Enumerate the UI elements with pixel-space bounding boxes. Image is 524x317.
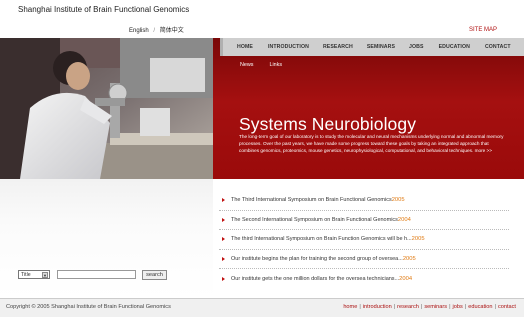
news-title[interactable]: The Second International Symposium on Br…	[231, 217, 398, 223]
hero-lab-photo	[0, 38, 213, 179]
search-input[interactable]	[57, 270, 136, 279]
search-button[interactable]: search	[142, 270, 167, 280]
arrow-bullet-icon	[222, 256, 225, 261]
sub-navigation: News Links	[230, 62, 282, 68]
arrow-bullet-icon	[222, 237, 225, 242]
nav-education[interactable]: EDUCATION	[439, 44, 470, 50]
news-item[interactable]: Our institute gets the one million dolla…	[219, 269, 509, 289]
footer-separator: |	[393, 304, 396, 310]
news-year: 2005	[391, 197, 405, 204]
hero-red-panel	[213, 38, 524, 179]
search-select-value: Title	[21, 271, 31, 278]
news-item[interactable]: Our institute begins the plan for traini…	[219, 250, 509, 269]
site-footer: Copyright © 2005 Shanghai Institute of B…	[0, 298, 524, 317]
nav-home[interactable]: HOME	[237, 44, 253, 50]
footer-link-research[interactable]: research	[397, 304, 419, 310]
chevron-down-icon: ▼	[42, 272, 48, 278]
lang-english-link[interactable]: English	[129, 28, 149, 34]
subnav-news[interactable]: News	[240, 62, 253, 68]
nav-contact[interactable]: CONTACT	[485, 44, 511, 50]
lab-scientist-image	[0, 38, 213, 179]
news-title[interactable]: The third International Symposium on Bra…	[231, 236, 412, 242]
subnav-links[interactable]: Links	[269, 62, 282, 68]
footer-separator: |	[494, 304, 496, 310]
nav-research[interactable]: RESEARCH	[323, 44, 353, 50]
footer-link-seminars[interactable]: seminars	[424, 304, 447, 310]
footer-link-contact[interactable]: contact	[498, 304, 516, 310]
news-item[interactable]: The Second International Symposium on Br…	[219, 211, 509, 230]
news-year: 2004	[399, 275, 413, 282]
news-title[interactable]: The Third International Symposium on Bra…	[231, 197, 392, 203]
nav-jobs[interactable]: JOBS	[409, 44, 424, 50]
language-switcher: English / 简体中文	[129, 25, 184, 34]
footer-separator: |	[359, 304, 361, 310]
news-title[interactable]: Our institute begins the plan for traini…	[231, 256, 403, 262]
top-navigation: HOME INTRODUCTION RESEARCH SEMINARS JOBS…	[220, 38, 524, 56]
site-title: Shanghai Institute of Brain Functional G…	[18, 5, 190, 14]
site-header: Shanghai Institute of Brain Functional G…	[0, 0, 524, 38]
news-year: 2005	[411, 236, 425, 243]
left-lower-panel	[0, 179, 213, 298]
news-item[interactable]: The third International Symposium on Bra…	[219, 230, 509, 250]
news-title[interactable]: Our institute gets the one million dolla…	[231, 276, 399, 282]
lang-separator: /	[153, 28, 156, 34]
arrow-bullet-icon	[222, 276, 225, 281]
news-year: 2005	[402, 255, 416, 262]
footer-link-education[interactable]: education	[468, 304, 492, 310]
sitemap-link[interactable]: SITE MAP	[469, 27, 497, 33]
nav-introduction[interactable]: INTRODUCTION	[268, 44, 309, 50]
lang-chinese-link[interactable]: 简体中文	[160, 28, 184, 34]
footer-link-jobs[interactable]: jobs	[453, 304, 463, 310]
news-list: The Third International Symposium on Bra…	[219, 191, 509, 289]
hero-intro-text: The long-term goal of our laboratory is …	[239, 134, 504, 154]
footer-separator: |	[464, 304, 467, 310]
copyright-text: Copyright © 2005 Shanghai Institute of B…	[6, 304, 171, 310]
news-item[interactable]: The Third International Symposium on Bra…	[219, 191, 509, 211]
hero-intro: The long-term goal of our laboratory is …	[239, 133, 507, 155]
arrow-bullet-icon	[222, 217, 225, 222]
footer-link-introduction[interactable]: introduction	[363, 304, 392, 310]
footer-navigation: home | introduction | research | seminars | jobs…	[343, 304, 516, 310]
more-link[interactable]: more >>	[475, 148, 492, 153]
footer-separator: |	[449, 304, 451, 310]
nav-seminars[interactable]: SEMINARS	[367, 44, 395, 50]
arrow-bullet-icon	[222, 198, 225, 203]
search-field-select[interactable]: Title ▼	[18, 270, 50, 279]
footer-separator: |	[420, 304, 423, 310]
news-year: 2004	[397, 216, 411, 223]
hero-headline: Systems Neurobiology	[239, 114, 417, 134]
footer-link-home[interactable]: home	[343, 304, 357, 310]
